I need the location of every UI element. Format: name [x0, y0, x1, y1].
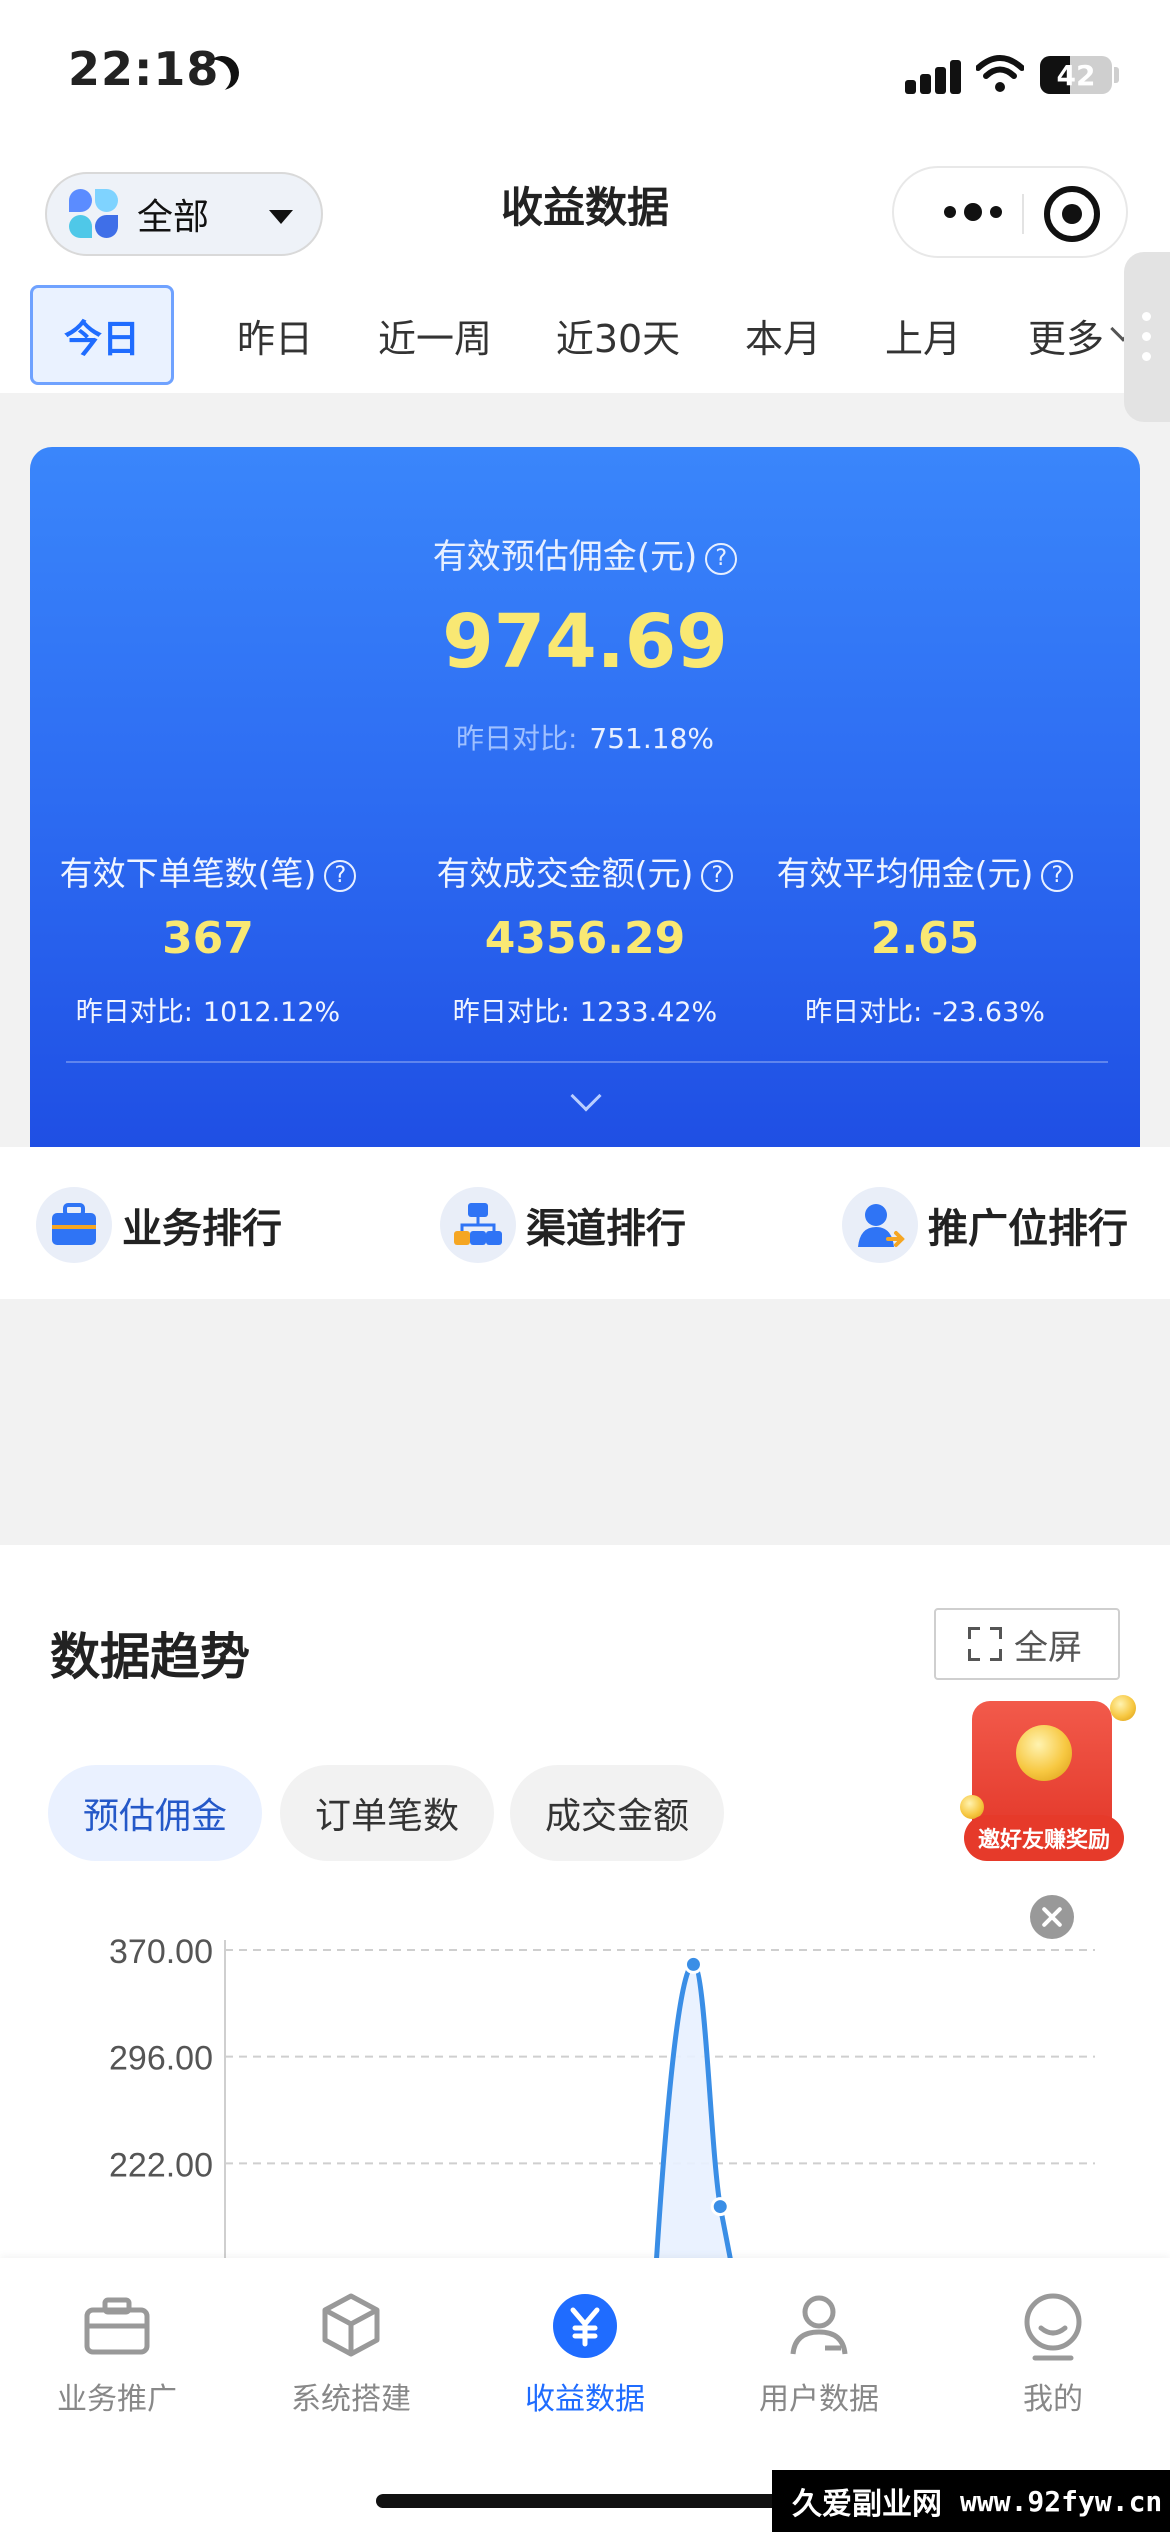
trend-panel: 数据趋势 全屏 预估佣金 订单笔数 成交金额 370.00 296.00 222.0… [0, 1545, 1170, 2275]
yuan-icon [547, 2288, 623, 2364]
org-chart-icon [440, 1187, 516, 1263]
ranking-shortcuts: 业务排行 渠道排行 推广位排行 [0, 1147, 1170, 1299]
metric-label: 有效成交金额(元) [436, 854, 694, 893]
coin-icon [1016, 1725, 1072, 1781]
scope-dropdown[interactable]: 全部 [45, 172, 323, 256]
y-tick-label: 222.00 [109, 2146, 213, 2184]
date-tab-this-month[interactable]: 本月 [728, 285, 838, 385]
date-tab-last-week[interactable]: 近一周 [365, 285, 505, 385]
summary-compare-label: 昨日对比: [455, 722, 578, 755]
capsule-divider [1022, 194, 1024, 234]
invite-promo-badge[interactable]: 邀好友赚奖励 [960, 1685, 1140, 1885]
metric-value: 4356.29 [484, 913, 686, 964]
miniprogram-capsule [892, 166, 1128, 258]
card-divider [66, 1061, 1108, 1063]
tabbar-business-promotion[interactable]: 业务推广 [0, 2288, 234, 2418]
ranking-ad-slot[interactable]: 推广位排行 [842, 1185, 1128, 1265]
cellular-signal-icon [905, 58, 961, 94]
promo-label: 邀好友赚奖励 [964, 1815, 1124, 1861]
smile-icon [1015, 2288, 1091, 2364]
tabbar-earnings-data[interactable]: 收益数据 [468, 2288, 702, 2418]
close-promo-button[interactable] [1030, 1895, 1074, 1939]
question-circle-icon[interactable]: ? [1041, 860, 1074, 892]
summary-value: 974.69 [442, 599, 728, 685]
tabbar-label: 收益数据 [525, 2382, 645, 2417]
cube-icon [313, 2288, 389, 2364]
caret-down-icon [269, 210, 293, 224]
metric-deal-amount: 有效成交金额(元)? 4356.29 昨日对比: 1233.42% [415, 847, 755, 1029]
user-icon [781, 2288, 857, 2364]
metric-orders: 有效下单笔数(笔)? 367 昨日对比: 1012.12% [38, 847, 378, 1029]
more-options-button[interactable] [930, 168, 1016, 256]
battery-level: 42 [1056, 58, 1096, 92]
date-tab-yesterday[interactable]: 昨日 [220, 285, 330, 385]
trend-chart: 370.00296.00222.00148.00 [109, 1933, 1095, 2275]
tabbar-label: 系统搭建 [291, 2382, 411, 2417]
ranking-business[interactable]: 业务排行 [36, 1185, 282, 1265]
briefcase-icon [79, 2288, 155, 2364]
tabbar-label: 我的 [1023, 2382, 1083, 2417]
page-header: 全部 收益数据 [0, 150, 1170, 275]
site-watermark: 久爱副业网 www.92fyw.cn [772, 2470, 1170, 2532]
home-indicator [376, 2494, 794, 2508]
metric-value: 367 [162, 913, 254, 964]
metric-label: 有效下单笔数(笔) [59, 854, 317, 893]
scope-label: 全部 [137, 197, 210, 238]
earnings-summary-card: 有效预估佣金(元)? 974.69 昨日对比: 751.18% 有效下单笔数(笔)… [30, 447, 1140, 1147]
metric-avg-commission: 有效平均佣金(元)? 2.65 昨日对比: -23.63% [755, 847, 1095, 1029]
battery-tip [1114, 67, 1119, 83]
tabbar-label: 用户数据 [759, 2382, 879, 2417]
expand-chevron-icon[interactable] [570, 1080, 602, 1112]
summary-compare-value: 751.18% [589, 722, 714, 755]
ranking-label: 业务排行 [122, 1206, 282, 1252]
summary-compare: 昨日对比: 751.18% [30, 717, 1140, 757]
close-miniprogram-button[interactable] [1044, 186, 1100, 242]
metric-value: 2.65 [870, 913, 980, 964]
tabbar-mine[interactable]: 我的 [936, 2288, 1170, 2418]
date-tab-more-label: 更多 [1027, 316, 1104, 361]
metric-compare-value: 1012.12% [202, 997, 341, 1028]
user-share-icon [842, 1187, 918, 1263]
ranking-label: 推广位排行 [928, 1206, 1128, 1252]
metric-compare-label: 昨日对比: [452, 997, 570, 1028]
summary-label-row: 有效预估佣金(元)? [30, 529, 1140, 578]
tabbar-user-data[interactable]: 用户数据 [702, 2288, 936, 2418]
wifi-icon [976, 55, 1024, 92]
briefcase-icon [36, 1187, 112, 1263]
data-point [710, 2197, 730, 2217]
watermark-site: www.92fyw.cn [960, 2484, 1163, 2518]
metric-compare-label: 昨日对比: [805, 997, 923, 1028]
metric-compare-value: 1233.42% [579, 997, 718, 1028]
y-tick-label: 370.00 [109, 1933, 213, 1971]
question-circle-icon[interactable]: ? [705, 543, 738, 575]
date-tab-last-30-days[interactable]: 近30天 [548, 285, 688, 385]
question-circle-icon[interactable]: ? [324, 860, 357, 892]
status-bar: 22:18 42 [0, 0, 1170, 150]
floating-side-handle[interactable] [1124, 252, 1170, 422]
date-tab-today[interactable]: 今日 [30, 285, 174, 385]
status-time: 22:18 [68, 42, 220, 96]
summary-label: 有效预估佣金(元) [432, 537, 698, 577]
y-tick-label: 296.00 [109, 2040, 213, 2078]
coin-icon [1110, 1695, 1136, 1721]
battery-icon: 42 [1040, 56, 1112, 94]
data-point [683, 1954, 703, 1974]
metric-compare-value: -23.63% [932, 997, 1045, 1028]
metric-label: 有效平均佣金(元) [776, 854, 1034, 893]
date-tab-last-month[interactable]: 上月 [868, 285, 978, 385]
watermark-name: 久爱副业网 [792, 2487, 942, 2522]
date-range-tabs: 今日 昨日 近一周 近30天 本月 上月 更多 [0, 275, 1170, 393]
tabbar-system-build[interactable]: 系统搭建 [234, 2288, 468, 2418]
ranking-channel[interactable]: 渠道排行 [440, 1185, 686, 1265]
clover-logo-icon [69, 189, 119, 239]
ranking-label: 渠道排行 [526, 1206, 686, 1252]
metric-compare-label: 昨日对比: [75, 997, 193, 1028]
question-circle-icon[interactable]: ? [701, 860, 734, 892]
tabbar-label: 业务推广 [57, 2382, 177, 2417]
